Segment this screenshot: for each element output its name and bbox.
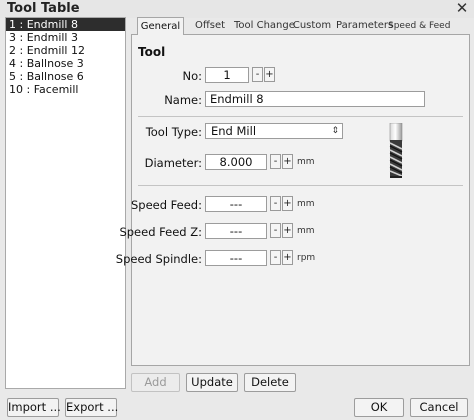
speed-feed-z-unit: mm bbox=[297, 226, 315, 236]
speed-spindle-increment-button[interactable]: + bbox=[282, 250, 293, 265]
tab-speed-feed[interactable]: Speed & Feed bbox=[388, 18, 450, 34]
speed-spindle-decrement-button[interactable]: - bbox=[270, 250, 281, 265]
tool-list-item[interactable]: 2 : Endmill 12 bbox=[6, 44, 125, 57]
diameter-increment-button[interactable]: + bbox=[282, 154, 293, 169]
tab-offset[interactable]: Offset bbox=[189, 18, 231, 34]
diameter-label: Diameter: bbox=[144, 156, 202, 170]
tool-list-item[interactable]: 3 : Endmill 3 bbox=[6, 31, 125, 44]
speed-spindle-unit: rpm bbox=[297, 253, 316, 263]
tool-no-label: No: bbox=[182, 69, 202, 83]
tool-section-title: Tool bbox=[138, 45, 166, 59]
diameter-input[interactable]: 8.000 bbox=[205, 154, 267, 170]
tool-name-label: Name: bbox=[164, 93, 202, 107]
tool-no-input[interactable]: 1 bbox=[205, 67, 249, 83]
add-button[interactable]: Add bbox=[131, 373, 180, 392]
delete-button[interactable]: Delete bbox=[244, 373, 296, 392]
speed-feed-decrement-button[interactable]: - bbox=[270, 196, 281, 211]
endmill-tool-icon bbox=[389, 123, 403, 178]
speed-feed-label: Speed Feed: bbox=[130, 198, 202, 212]
import-button[interactable]: Import ... bbox=[7, 398, 61, 417]
close-icon[interactable]: ✕ bbox=[453, 0, 471, 16]
tab-tool-change[interactable]: Tool Change bbox=[234, 18, 295, 34]
speed-spindle-label: Speed Spindle: bbox=[115, 252, 202, 266]
speed-feed-z-label: Speed Feed Z: bbox=[119, 225, 202, 239]
general-panel: Tool No: 1 - + Name: Endmill 8 Tool Type… bbox=[116, 34, 470, 366]
tab-parameters[interactable]: Parameters bbox=[336, 18, 393, 34]
diameter-unit: mm bbox=[297, 157, 315, 167]
speed-feed-z-input[interactable]: --- bbox=[205, 223, 267, 239]
separator bbox=[138, 185, 463, 186]
speed-feed-z-increment-button[interactable]: + bbox=[282, 223, 293, 238]
tool-type-select[interactable]: End Mill ⇕ bbox=[205, 123, 343, 139]
cancel-button[interactable]: Cancel bbox=[410, 398, 468, 417]
speed-feed-input[interactable]: --- bbox=[205, 196, 267, 212]
tool-list-item[interactable]: 5 : Ballnose 6 bbox=[6, 70, 125, 83]
tab-custom[interactable]: Custom bbox=[291, 18, 333, 34]
chevron-updown-icon: ⇕ bbox=[331, 126, 339, 136]
tool-no-decrement-button[interactable]: - bbox=[252, 67, 263, 82]
speed-spindle-input[interactable]: --- bbox=[205, 250, 267, 266]
tool-list-item[interactable]: 1 : Endmill 8 bbox=[6, 18, 125, 31]
title-bar: Tool Table ✕ bbox=[0, 0, 474, 18]
tab-bar: General Offset Tool Change Custom Parame… bbox=[131, 17, 470, 35]
window-title: Tool Table bbox=[7, 1, 80, 16]
tool-type-value: End Mill bbox=[211, 124, 257, 138]
tool-list-item[interactable]: 4 : Ballnose 3 bbox=[6, 57, 125, 70]
speed-feed-unit: mm bbox=[297, 199, 315, 209]
update-button[interactable]: Update bbox=[186, 373, 238, 392]
separator bbox=[138, 116, 463, 117]
diameter-decrement-button[interactable]: - bbox=[270, 154, 281, 169]
tool-list[interactable]: 1 : Endmill 8 3 : Endmill 3 2 : Endmill … bbox=[5, 17, 126, 389]
tool-list-item[interactable]: 10 : Facemill bbox=[6, 83, 125, 96]
ok-button[interactable]: OK bbox=[354, 398, 404, 417]
tab-general[interactable]: General bbox=[137, 17, 184, 35]
speed-feed-z-decrement-button[interactable]: - bbox=[270, 223, 281, 238]
speed-feed-increment-button[interactable]: + bbox=[282, 196, 293, 211]
tool-type-label: Tool Type: bbox=[145, 125, 202, 139]
export-button[interactable]: Export ... bbox=[65, 398, 118, 417]
tool-name-input[interactable]: Endmill 8 bbox=[205, 91, 425, 107]
tool-no-increment-button[interactable]: + bbox=[264, 67, 275, 82]
